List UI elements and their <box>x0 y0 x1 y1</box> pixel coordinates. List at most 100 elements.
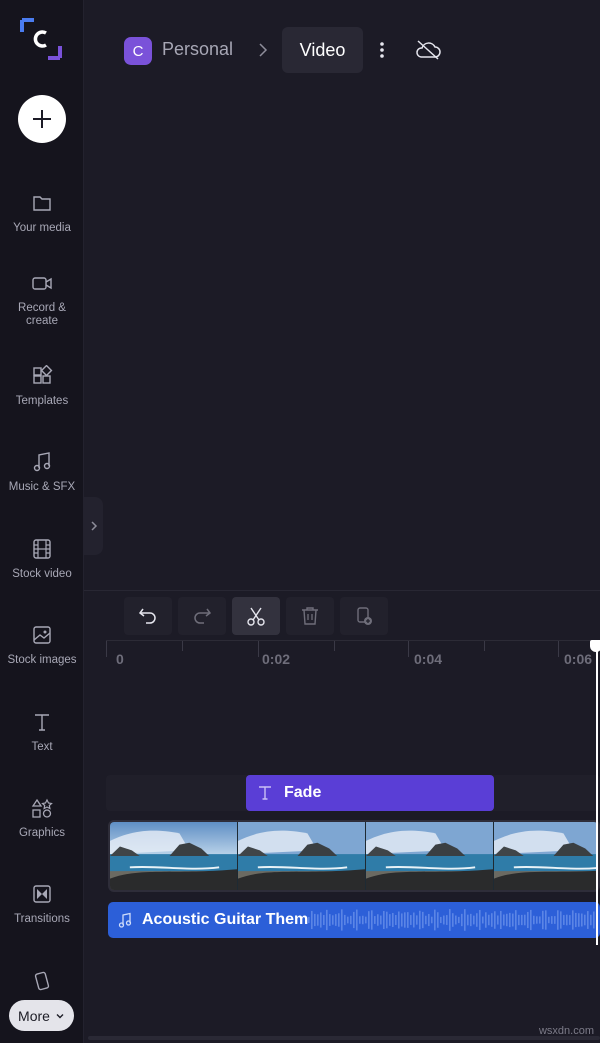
more-button[interactable]: More <box>9 1000 74 1031</box>
redo-icon <box>194 608 212 624</box>
waveform-bar <box>371 910 373 930</box>
waveform-bar <box>461 913 463 927</box>
workspace-name[interactable]: Personal <box>162 39 233 60</box>
film-icon <box>33 539 51 559</box>
project-name-field[interactable]: Video <box>282 27 363 73</box>
sidebar-item-transitions[interactable]: Transitions <box>0 883 84 926</box>
timeline-ruler[interactable]: 0 0:02 0:04 0:06 <box>106 640 600 674</box>
ruler-label: 0 <box>116 651 124 667</box>
text-icon <box>35 714 49 731</box>
timeline-toolbar <box>84 590 600 640</box>
delete-button[interactable] <box>286 597 334 635</box>
waveform-bar <box>560 911 562 929</box>
expand-panel-button[interactable] <box>84 497 103 555</box>
waveform-bar <box>425 915 427 925</box>
waveform-bar <box>344 914 346 926</box>
playhead-handle[interactable] <box>590 640 600 652</box>
waveform-bar <box>506 913 508 927</box>
shapes-icon <box>31 798 53 818</box>
waveform-bar <box>593 911 595 929</box>
header: C Personal Video <box>84 0 600 100</box>
ruler-tick <box>182 641 183 651</box>
clipchamp-logo[interactable] <box>18 16 64 62</box>
waveform-bar <box>548 916 550 924</box>
waveform-bar <box>584 914 586 926</box>
video-editor-app: Your media Record & create Templates Mus… <box>0 0 600 1043</box>
waveform-bar <box>395 915 397 925</box>
sidebar-item-text[interactable]: Text <box>0 711 84 754</box>
waveform-bar <box>518 914 520 926</box>
watermark: wsxdn.com <box>538 1025 594 1037</box>
waveform-bar <box>377 914 379 926</box>
waveform-bar <box>407 912 409 928</box>
waveform-bar <box>587 911 589 929</box>
text-clip-label: Fade <box>284 784 322 801</box>
ruler-tick <box>258 641 259 657</box>
waveform-bar <box>494 911 496 929</box>
ruler-tick <box>558 641 559 657</box>
sidebar-item-label: Stock images <box>7 654 77 666</box>
create-button[interactable] <box>18 95 66 143</box>
sidebar-item-label: Transitions <box>14 913 70 925</box>
waveform-bar <box>404 912 406 928</box>
duplicate-button[interactable] <box>340 597 388 635</box>
waveform-bar <box>554 916 556 924</box>
sidebar-item-label: Stock video <box>12 568 72 580</box>
waveform-bar <box>314 913 316 927</box>
sidebar-item-stock-images[interactable]: Stock images <box>0 624 84 667</box>
sidebar-item-record-create[interactable]: Record & create <box>0 272 84 328</box>
waveform-bar <box>383 911 385 929</box>
sidebar-item-stock-video[interactable]: Stock video <box>0 538 84 581</box>
waveform-bar <box>311 910 313 930</box>
sidebar-item-your-media[interactable]: Your media <box>0 192 84 235</box>
waveform-bar <box>500 910 502 930</box>
waveform-bar <box>374 916 376 924</box>
waveform-bar <box>365 916 367 924</box>
sidebar-item-music-sfx[interactable]: Music & SFX <box>0 451 84 494</box>
music-note-icon <box>118 912 132 928</box>
video-thumbnail <box>494 822 598 890</box>
waveform-bar <box>320 912 322 928</box>
waveform-bar <box>440 916 442 924</box>
sidebar-item-label: Text <box>31 741 53 753</box>
waveform-bar <box>332 915 334 925</box>
chevron-down-icon <box>56 1013 64 1018</box>
sidebar-item-templates[interactable]: Templates <box>0 365 84 408</box>
sidebar-item-label: Graphics <box>18 827 66 839</box>
timeline-scrollbar[interactable] <box>88 1036 600 1040</box>
waveform-bar <box>470 913 472 927</box>
sidebar-item-label: Music & SFX <box>8 481 76 493</box>
waveform-bar <box>341 909 343 931</box>
sidebar-item-graphics[interactable]: Graphics <box>0 797 84 840</box>
waveform-bar <box>326 909 328 931</box>
sidebar-item-label: Templates <box>15 395 69 407</box>
video-clip[interactable] <box>108 820 600 892</box>
playhead[interactable] <box>596 645 598 945</box>
waveform-bar <box>419 910 421 930</box>
waveform-bar <box>515 910 517 930</box>
more-options-icon[interactable] <box>373 38 391 62</box>
audio-clip-label: Acoustic Guitar Them <box>142 911 309 928</box>
text-clip[interactable]: Fade <box>246 775 494 811</box>
waveform-bar <box>590 914 592 926</box>
waveform-bar <box>392 912 394 928</box>
waveform-bar <box>524 914 526 926</box>
waveform-bar <box>422 911 424 929</box>
split-button[interactable] <box>232 597 280 635</box>
video-thumbnail <box>366 822 494 890</box>
folder-icon <box>33 196 51 211</box>
workspace-avatar[interactable]: C <box>124 37 152 65</box>
undo-button[interactable] <box>124 597 172 635</box>
waveform-bar <box>452 913 454 927</box>
waveform-bar <box>329 914 331 926</box>
waveform-bar <box>389 914 391 926</box>
brand-kit-icon[interactable] <box>31 970 53 992</box>
ruler-tick <box>484 641 485 651</box>
audio-clip[interactable]: Acoustic Guitar Them <box>108 902 600 938</box>
waveform-bar <box>467 914 469 926</box>
redo-button[interactable] <box>178 597 226 635</box>
waveform-bar <box>497 915 499 925</box>
chevron-right-icon <box>90 521 97 531</box>
waveform-bar <box>431 916 433 924</box>
cloud-offline-icon[interactable] <box>414 38 442 62</box>
